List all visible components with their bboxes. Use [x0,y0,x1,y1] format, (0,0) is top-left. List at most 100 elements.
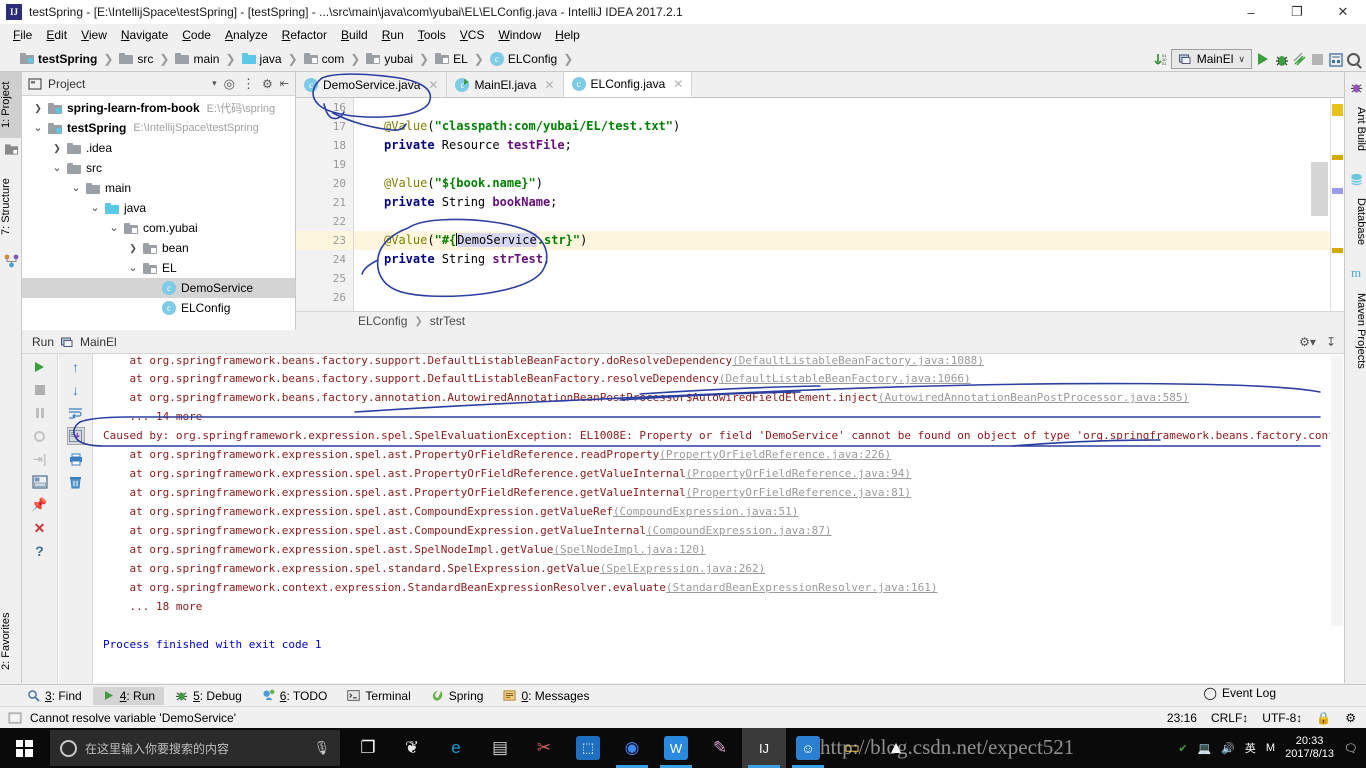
console-error-line[interactable]: at org.springframework.beans.factory.sup… [93,369,1330,388]
sidebar-item-database[interactable]: Database [1345,190,1366,254]
console-error-line[interactable]: at org.springframework.beans.factory.sup… [93,356,1330,369]
chevron-right-icon[interactable]: ❯ [51,143,63,154]
console-stack-link[interactable]: (SpelNodeImpl.java:120) [553,543,705,556]
hide-icon[interactable]: ↧ [1326,335,1336,349]
code-editor[interactable]: 16 17 18 19 20 21 22 23 24 25 26 @Value("classpath… [296,98,1344,311]
file-encoding[interactable]: UTF-8↕ [1262,711,1302,725]
menu-item-build[interactable]: Build [334,26,375,44]
console-error-line[interactable]: at org.springframework.context.expressio… [93,578,1330,597]
security-icon[interactable]: ✔ [1178,742,1187,755]
compile-icon[interactable]: 01 10 01 [1153,52,1167,66]
close-icon[interactable]: ✕ [31,519,49,537]
microphone-icon[interactable]: 🎙 [313,740,330,756]
scroll-down-icon[interactable]: ↓ [67,381,85,399]
minimize-button[interactable]: – [1228,0,1274,24]
breadcrumb-item-yubai[interactable]: yubai [366,52,413,66]
clear-all-icon[interactable] [67,473,85,491]
photos-icon[interactable]: ▲ [874,728,918,768]
marker-caret[interactable] [1332,188,1343,194]
snipping-tool-icon[interactable]: ✂ [522,728,566,768]
editor-breadcrumb-item[interactable]: strTest [430,314,465,328]
breadcrumb-item-testspring[interactable]: testSpring [20,52,97,66]
console-error-line[interactable]: at org.springframework.expression.spel.a… [93,540,1330,559]
close-icon[interactable]: ✕ [428,78,438,92]
breadcrumb-item-main[interactable]: main [175,52,219,66]
code-line[interactable]: @Value("${book.name}") [354,174,1344,193]
breadcrumb-item-el[interactable]: EL [435,52,468,66]
menu-item-run[interactable]: Run [375,26,411,44]
chevron-down-icon[interactable]: ⌄ [127,263,139,274]
file-explorer-icon[interactable]: ▭ [830,728,874,768]
marker-warning[interactable] [1332,155,1343,160]
layout-icon[interactable] [31,473,49,491]
editor-tab-demoservice-java[interactable]: c DemoService.java ✕ [296,72,448,97]
console-scrollbar[interactable] [1330,354,1344,683]
console-stack-link[interactable]: (PropertyOrFieldReference.java:94) [686,467,911,480]
project-tree[interactable]: ❯ spring-learn-from-book E:\代码\spring ⌄ test… [22,96,295,318]
intellij-idea-icon[interactable]: IJ [742,728,786,768]
locate-icon[interactable]: ◎ [224,76,235,92]
stop-icon[interactable] [31,381,49,399]
bottom-tab-terminal[interactable]: Terminal [338,687,419,705]
search-everywhere-icon[interactable] [1346,52,1360,66]
bottom-tab-6--todo[interactable]: 6: TODO [253,687,337,705]
ime-icon[interactable]: 英 [1245,740,1256,756]
console-stack-link[interactable]: (PropertyOrFieldReference.java:81) [686,486,911,499]
hide-icon[interactable]: ⇤ [280,77,289,90]
bottom-tab-0--messages[interactable]: 0: Messages [494,687,598,705]
console-error-line[interactable]: at org.springframework.expression.spel.a… [93,464,1330,483]
debug-icon[interactable] [1274,52,1288,66]
chevron-down-icon[interactable]: ⌄ [51,163,63,174]
close-button[interactable]: ✕ [1320,0,1366,24]
console-stack-link[interactable]: (AutowiredAnnotationBeanPostProcessor.ja… [878,391,1189,404]
pause-icon[interactable] [31,404,49,422]
scroll-to-end-icon[interactable] [66,427,85,445]
breadcrumb-item-src[interactable]: src [119,52,153,66]
tree-row-demoservice[interactable]: c DemoService [22,278,295,298]
project-structure-icon[interactable] [1328,52,1343,67]
breadcrumb-item-com[interactable]: com [303,52,344,66]
exit-icon[interactable]: ⇥] [31,450,49,468]
dump-threads-icon[interactable] [31,427,49,445]
task-view-icon[interactable]: ❐ [346,728,390,768]
menu-item-analyze[interactable]: Analyze [218,26,275,44]
menu-item-window[interactable]: Window [491,26,548,44]
console-info-line[interactable]: Process finished with exit code 1 [93,635,1330,654]
chevron-right-icon[interactable]: ❯ [127,243,139,254]
tree-row-bean[interactable]: ❯ bean [22,238,295,258]
stop-icon[interactable] [1310,52,1324,66]
run-icon[interactable] [1256,52,1270,66]
code-line[interactable] [354,288,1344,307]
menu-item-vcs[interactable]: VCS [453,26,492,44]
menu-item-view[interactable]: View [74,26,114,44]
tree-row-testspring[interactable]: ⌄ testSpring E:\IntellijSpace\testSpring [22,118,295,138]
console-error-line[interactable]: at org.springframework.expression.spel.a… [93,521,1330,540]
editor-tab-elconfig-java[interactable]: c ELConfig.java ✕ [563,72,693,97]
breadcrumb-item-elconfig[interactable]: c ELConfig [489,51,557,66]
console-error-line[interactable]: at org.springframework.expression.spel.s… [93,559,1330,578]
console-stack-link[interactable]: (DefaultListableBeanFactory.java:1066) [719,372,971,385]
console-stack-link[interactable]: (SpelExpression.java:262) [600,562,766,575]
line-separator[interactable]: CRLF↕ [1211,711,1248,725]
sidebar-item-structure[interactable]: 7: Structure [0,164,22,250]
console-error-line[interactable]: at org.springframework.expression.spel.a… [93,483,1330,502]
sidebar-item-ant-build[interactable]: Ant Build [1345,98,1366,160]
tree-row-el[interactable]: ⌄ EL [22,258,295,278]
scroll-up-icon[interactable]: ↑ [67,358,85,376]
marker-warning[interactable] [1332,248,1343,253]
event-log-button[interactable]: ◯ Event Log [1204,686,1276,700]
console-stack-link[interactable]: (CompoundExpression.java:87) [646,524,831,537]
wps-icon[interactable]: W [654,728,698,768]
tree-row-main[interactable]: ⌄ main [22,178,295,198]
run-configuration-selector[interactable]: MainEl ∨ [1170,49,1252,69]
code-line[interactable]: @Value("classpath:com/yubai/EL/test.txt"… [354,117,1344,136]
close-icon[interactable]: ✕ [544,78,554,92]
marker-warning[interactable] [1332,104,1343,116]
ime-mode-icon[interactable]: M [1266,742,1275,754]
collapse-all-icon[interactable]: ⋮ [242,76,255,92]
console-error-line[interactable]: at org.springframework.beans.factory.ann… [93,388,1330,407]
tree-row-src[interactable]: ⌄ src [22,158,295,178]
code-line[interactable]: private String strTest; [354,250,1344,269]
bottom-tab-3--find[interactable]: 3: Find [18,687,91,705]
console-error-line[interactable]: at org.springframework.expression.spel.a… [93,502,1330,521]
